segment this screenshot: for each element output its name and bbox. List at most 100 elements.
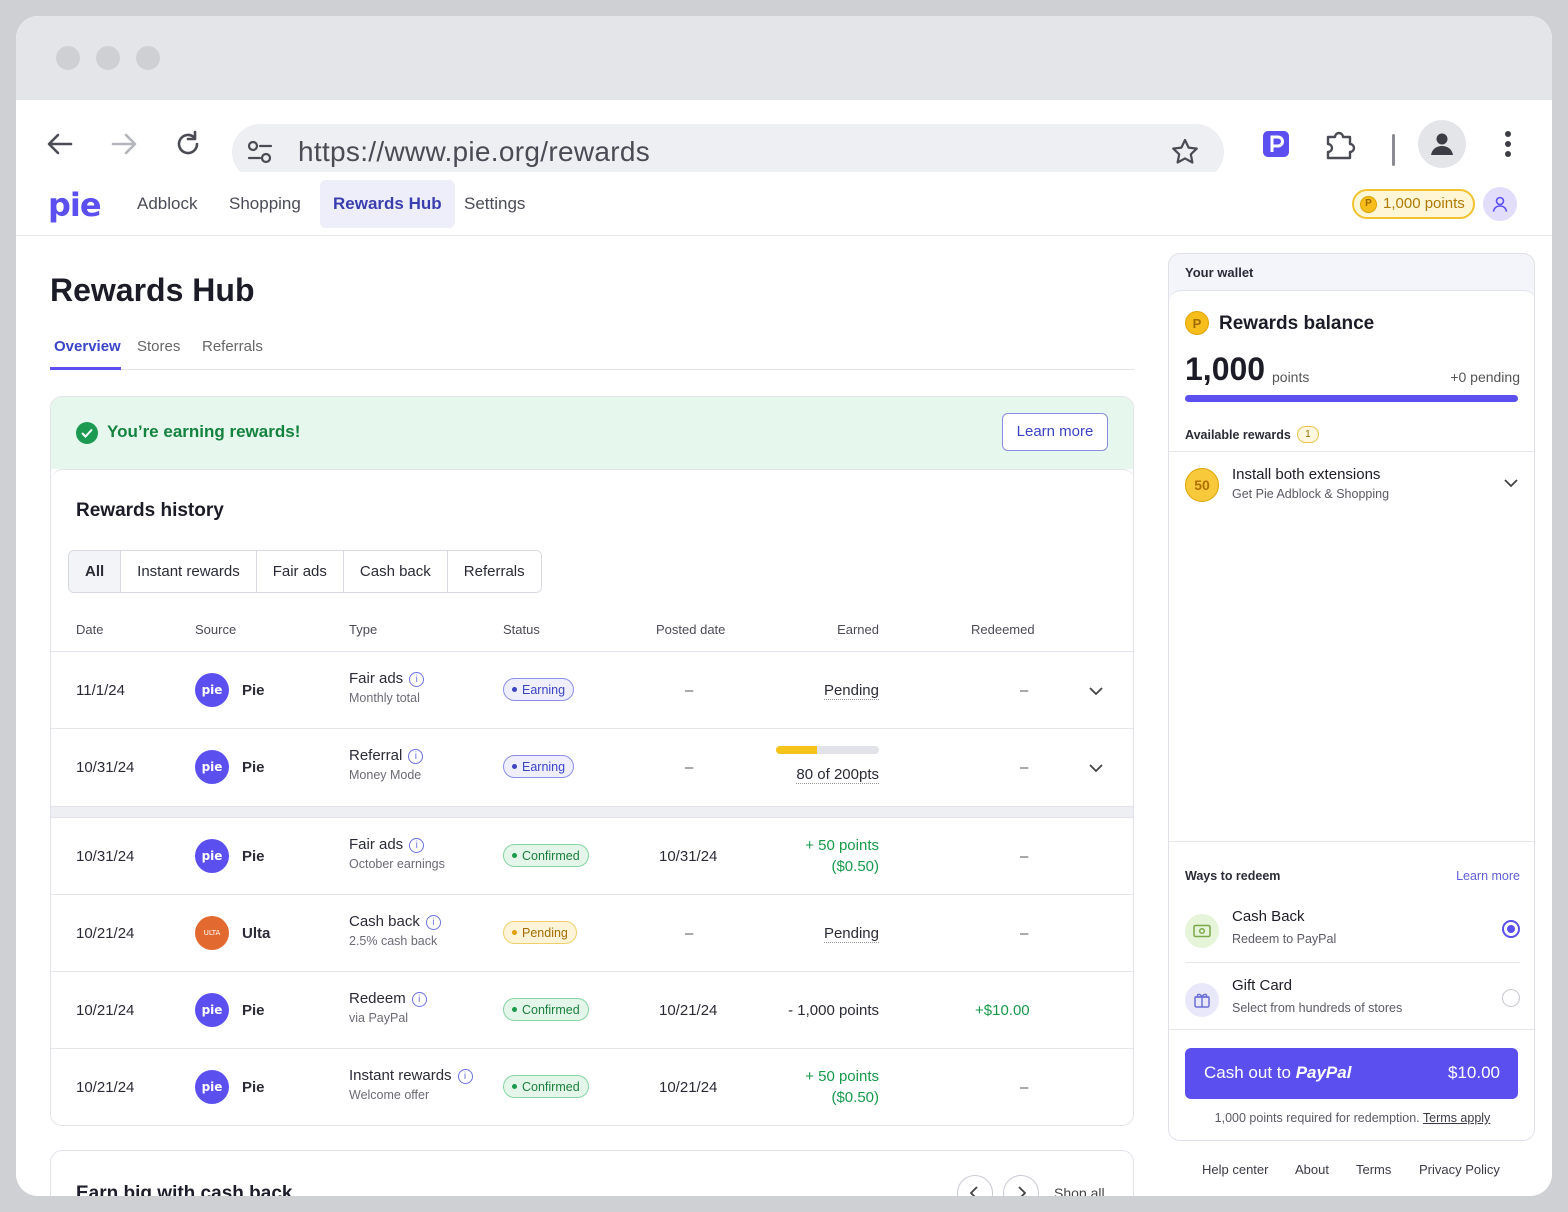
history-title: Rewards history [76, 500, 224, 521]
row-type-sub: Welcome offer [349, 1088, 430, 1102]
extensions-puzzle-icon[interactable] [1316, 120, 1364, 168]
carousel-prev-button[interactable] [957, 1175, 993, 1196]
pie-extension-icon[interactable] [1252, 120, 1300, 168]
page-tabs: Overview Stores Referrals [50, 336, 1134, 370]
redeem-option-gift-card[interactable]: Gift Card Select from hundreds of stores [1185, 977, 1520, 1037]
pie-logo[interactable]: pie [48, 186, 102, 224]
wallet-header: Your wallet [1185, 265, 1254, 280]
earning-banner: You’re earning rewards! Learn more [51, 397, 1133, 469]
shop-all-link[interactable]: Shop all [1054, 1185, 1105, 1196]
filter-cash-back[interactable]: Cash back [342, 551, 447, 592]
rewards-history-panel: Rewards history All Instant rewards Fair… [51, 469, 1133, 1125]
filter-instant-rewards[interactable]: Instant rewards [120, 551, 256, 592]
info-icon[interactable]: i [409, 672, 425, 687]
row-redeemed: – [1020, 925, 1029, 942]
source-logo: pie [195, 993, 229, 1027]
filter-all[interactable]: All [69, 551, 121, 592]
row-type-label: Instant rewards [349, 1067, 452, 1084]
learn-more-button[interactable]: Learn more [1002, 413, 1108, 451]
table-row[interactable]: 11/1/24 pie Pie Fair ads i Monthly total … [51, 652, 1133, 729]
fine-print: 1,000 points required for redemption. Te… [1169, 1111, 1534, 1125]
terms-apply-link[interactable]: Terms apply [1423, 1111, 1490, 1125]
banner-text: You’re earning rewards! [107, 422, 301, 441]
back-icon[interactable] [36, 120, 84, 168]
row-earned: Pending [823, 682, 879, 700]
nav-rewards-hub[interactable]: Rewards Hub [320, 180, 455, 228]
row-type-sub: October earnings [349, 857, 445, 871]
col-source: Source [195, 622, 237, 637]
toolbar-divider [1392, 134, 1395, 166]
row-type-label: Cash back [349, 913, 420, 930]
row-type-label: Fair ads [349, 836, 404, 853]
table-row[interactable]: 10/31/24 pie Pie Referral i Money Mode Ea… [51, 729, 1133, 806]
table-row[interactable]: 10/21/24 pie Pie Redeem i via PayPal Conf… [51, 972, 1133, 1049]
filter-referrals[interactable]: Referrals [446, 551, 541, 592]
nav-adblock[interactable]: Adblock [124, 180, 210, 228]
balance-progress-fill [1185, 395, 1518, 402]
option-subtitle: Select from hundreds of stores [1232, 1001, 1403, 1015]
bookmark-star-icon[interactable] [1170, 137, 1200, 172]
available-rewards-header: Available rewards 1 [1185, 426, 1319, 443]
redeem-option-cash-back[interactable]: Cash Back Redeem to PayPal [1185, 908, 1520, 963]
cash-out-button[interactable]: Cash out to PayPal $10.00 [1185, 1048, 1518, 1099]
row-date: 10/21/24 [76, 1002, 135, 1019]
footer-about[interactable]: About [1295, 1162, 1329, 1177]
tab-stores[interactable]: Stores [137, 338, 180, 355]
row-earned: - 1,000 points [788, 1002, 879, 1019]
nav-settings[interactable]: Settings [451, 180, 538, 228]
footer-privacy-policy[interactable]: Privacy Policy [1419, 1162, 1500, 1177]
user-icon [1492, 196, 1508, 212]
points-badge[interactable]: P 1,000 points [1352, 189, 1475, 219]
balance-unit: points [1272, 369, 1310, 385]
source-logo: ULTA [195, 916, 229, 950]
fine-print-text: 1,000 points required for redemption. [1214, 1111, 1420, 1125]
tab-referrals[interactable]: Referrals [202, 338, 263, 355]
forward-icon[interactable] [100, 120, 148, 168]
radio-cash-back[interactable] [1502, 920, 1520, 938]
nav-shopping[interactable]: Shopping [216, 180, 314, 228]
carousel-next-button[interactable] [1003, 1175, 1039, 1196]
col-type: Type [349, 622, 378, 637]
source-logo: pie [195, 839, 229, 873]
footer-help-center[interactable]: Help center [1202, 1162, 1268, 1177]
row-type: Instant rewards i Welcome offer [349, 1067, 473, 1102]
info-icon[interactable]: i [409, 838, 425, 853]
radio-gift-card[interactable] [1502, 989, 1520, 1007]
chevron-down-icon[interactable] [1502, 474, 1520, 492]
reward-title: Install both extensions [1232, 466, 1381, 483]
url-text[interactable]: https://www.pie.org/rewards [298, 136, 650, 168]
referral-progress-bar [776, 746, 879, 754]
footer-terms[interactable]: Terms [1356, 1162, 1391, 1177]
chevron-down-icon[interactable] [1087, 682, 1105, 700]
window-close-dot[interactable] [56, 46, 80, 70]
window-minimize-dot[interactable] [96, 46, 120, 70]
site-settings-icon[interactable] [246, 139, 274, 165]
info-icon[interactable]: i [457, 1069, 473, 1084]
table-row[interactable]: 10/31/24 pie Pie Fair ads i October earni… [51, 818, 1133, 895]
source-logo: pie [195, 750, 229, 784]
info-icon[interactable]: i [425, 915, 441, 930]
chevron-down-icon[interactable] [1087, 759, 1105, 777]
status-badge: Pending [503, 921, 577, 944]
reward-item[interactable]: 50 Install both extensions Get Pie Adblo… [1185, 466, 1520, 510]
info-icon[interactable]: i [411, 992, 427, 1007]
ways-learn-more-link[interactable]: Learn more [1456, 869, 1520, 883]
account-avatar[interactable] [1483, 187, 1517, 221]
browser-menu-icon[interactable] [1484, 120, 1532, 168]
info-icon[interactable]: i [408, 749, 424, 764]
table-row[interactable]: 10/21/24 ULTA Ulta Cash back i 2.5% cash … [51, 895, 1133, 972]
table-row[interactable]: 10/21/24 pie Pie Instant rewards i Welcom… [51, 1049, 1133, 1125]
filter-fair-ads[interactable]: Fair ads [255, 551, 343, 592]
profile-icon[interactable] [1418, 120, 1466, 168]
title-bar [16, 16, 1552, 100]
status-label: Confirmed [522, 1002, 580, 1017]
rewards-balance-title: Rewards balance [1219, 313, 1375, 334]
window-zoom-dot[interactable] [136, 46, 160, 70]
source-logo: pie [195, 673, 229, 707]
row-date: 10/31/24 [76, 848, 135, 865]
reload-icon[interactable] [164, 120, 212, 168]
status-badge: Earning [503, 678, 575, 701]
row-earned: + 50 points [805, 1068, 879, 1085]
tab-overview[interactable]: Overview [54, 338, 121, 355]
status-badge: Confirmed [503, 998, 589, 1021]
